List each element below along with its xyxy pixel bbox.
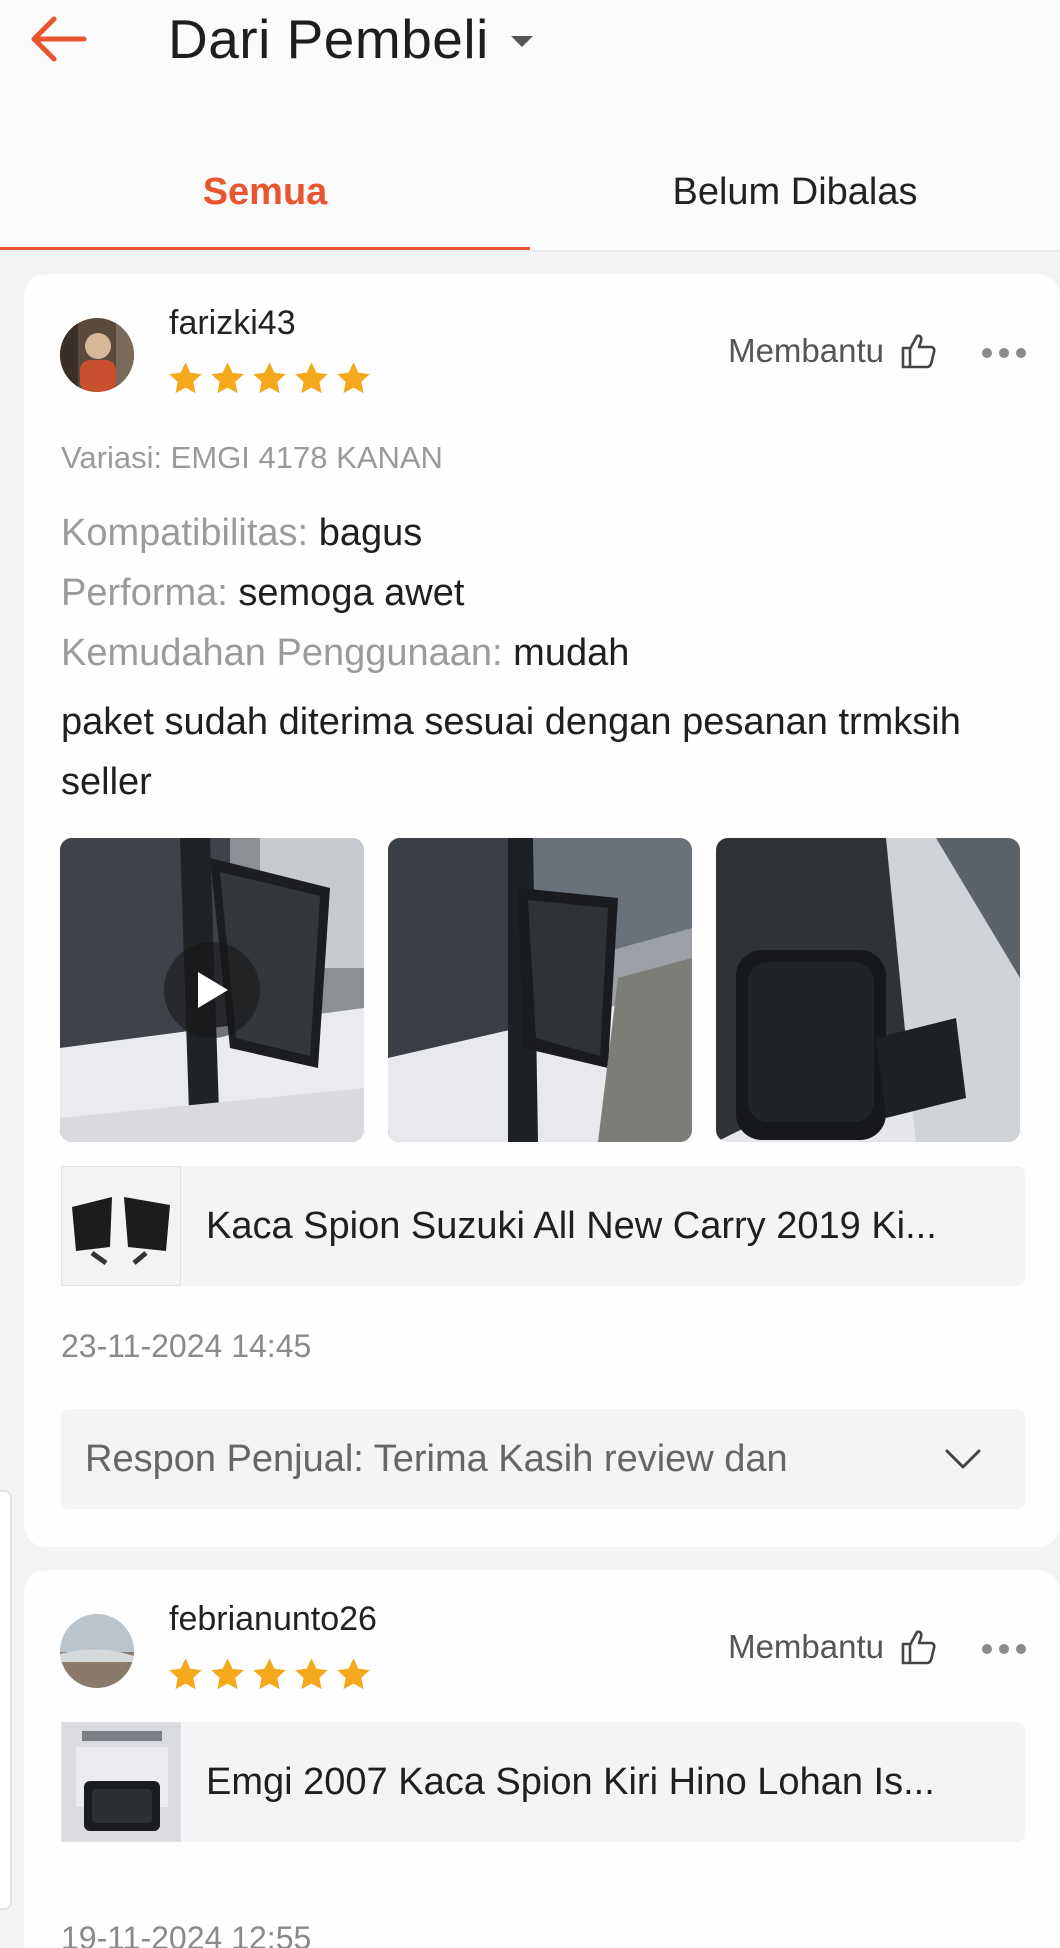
star-rating — [167, 1656, 372, 1693]
review-comment: paket sudah diterima sesuai dengan pesan… — [61, 701, 961, 803]
review-photo[interactable] — [388, 838, 692, 1142]
helpful-label: Membantu — [728, 332, 884, 369]
arrow-left-icon — [31, 16, 87, 62]
helpful-button[interactable]: Membantu — [728, 332, 936, 370]
username: farizki43 — [169, 304, 296, 342]
star-icon — [253, 362, 286, 394]
star-icon — [211, 362, 244, 394]
page-title: Dari Pembeli — [168, 8, 489, 70]
more-options-icon[interactable] — [982, 1644, 1026, 1654]
product-thumbnail — [61, 1166, 181, 1286]
star-icon — [295, 362, 328, 394]
star-icon — [337, 362, 370, 394]
seller-response-text: Respon Penjual: Terima Kasih review dan — [85, 1437, 788, 1480]
product-link[interactable]: Kaca Spion Suzuki All New Carry 2019 Ki.… — [61, 1166, 1025, 1286]
thumbs-up-icon — [901, 1630, 936, 1665]
title-dropdown[interactable]: Dari Pembeli — [168, 0, 533, 78]
product-name: Kaca Spion Suzuki All New Carry 2019 Ki.… — [206, 1204, 937, 1247]
review-date: 23-11-2024 14:45 — [61, 1328, 312, 1364]
review-photo[interactable] — [716, 838, 1020, 1142]
helpful-label: Membantu — [728, 1628, 884, 1665]
tab-belum-dibalas[interactable]: Belum Dibalas — [530, 150, 1060, 252]
avatar[interactable] — [60, 318, 134, 392]
star-rating — [167, 360, 372, 397]
star-icon — [295, 1658, 328, 1690]
attribute-performance: Performa: semoga awet — [61, 572, 465, 614]
username: febrianunto26 — [169, 1600, 377, 1638]
product-thumbnail — [61, 1722, 181, 1842]
attribute-ease-of-use: Kemudahan Penggunaan: mudah — [61, 632, 630, 674]
tabs-divider — [0, 250, 1060, 252]
product-link[interactable]: Emgi 2007 Kaca Spion Kiri Hino Lohan Is.… — [61, 1722, 1025, 1842]
avatar[interactable] — [60, 1614, 134, 1688]
review-card: farizki43 Membantu Variasi: EMGI 4178 KA… — [24, 274, 1060, 1547]
star-icon — [211, 1658, 244, 1690]
play-icon[interactable] — [164, 942, 260, 1038]
caret-down-icon — [510, 35, 533, 47]
review-date: 19-11-2024 12:55 — [61, 1920, 312, 1948]
star-icon — [169, 1658, 202, 1690]
seller-response[interactable]: Respon Penjual: Terima Kasih review dan — [61, 1409, 1025, 1509]
top-bar: Dari Pembeli Semua Belum Dibalas — [0, 0, 1060, 252]
helpful-button[interactable]: Membantu — [728, 1628, 936, 1666]
variation-text: Variasi: EMGI 4178 KANAN — [61, 440, 443, 475]
back-button[interactable] — [30, 4, 120, 74]
star-icon — [169, 362, 202, 394]
thumbs-up-icon — [901, 334, 936, 369]
review-video-thumbnail[interactable] — [60, 838, 364, 1142]
review-card: febrianunto26 Membantu Emgi 2007 Kaca Sp… — [24, 1570, 1060, 1948]
chevron-down-icon — [945, 1449, 981, 1469]
side-panel-handle[interactable] — [0, 1490, 12, 1910]
attribute-compatibility: Kompatibilitas: bagus — [61, 512, 423, 554]
product-name: Emgi 2007 Kaca Spion Kiri Hino Lohan Is.… — [206, 1760, 935, 1803]
more-options-icon[interactable] — [982, 348, 1026, 358]
tab-semua[interactable]: Semua — [0, 150, 530, 252]
star-icon — [337, 1658, 370, 1690]
star-icon — [253, 1658, 286, 1690]
tab-bar: Semua Belum Dibalas — [0, 150, 1060, 252]
